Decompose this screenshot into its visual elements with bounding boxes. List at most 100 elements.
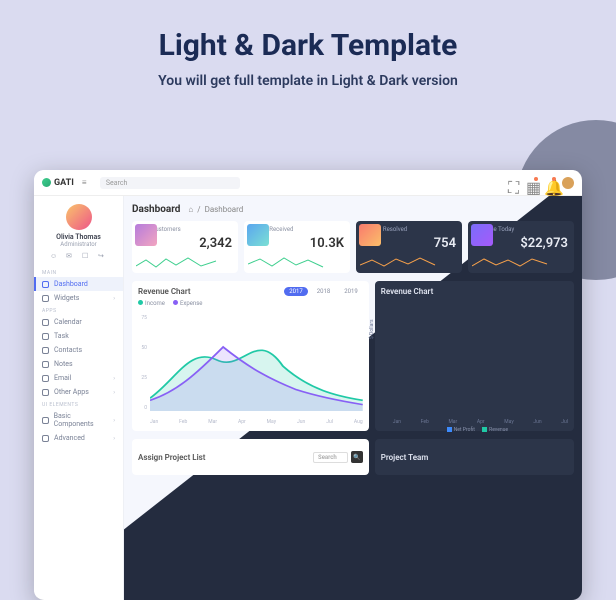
- xtick: Jul: [326, 419, 333, 425]
- sparkline: [360, 256, 462, 270]
- xtick: Feb: [179, 419, 187, 425]
- xtick: Mar: [448, 419, 457, 425]
- nav-advanced[interactable]: Advanced›: [34, 431, 123, 445]
- ytick: 0: [135, 405, 147, 411]
- nav-label: Contacts: [54, 346, 82, 354]
- dashboard-icon: [42, 281, 49, 288]
- nav-label: Basic Components: [54, 412, 109, 428]
- nav-email[interactable]: Email›: [34, 371, 123, 385]
- user-name: Olivia Thomas: [34, 233, 123, 241]
- ytick: 75: [135, 315, 147, 321]
- apps-icon: [42, 389, 49, 396]
- revenue-chart-dark: Revenue Chart $ Dollars Jan Feb: [375, 281, 574, 431]
- ytick: 25: [135, 375, 147, 381]
- xtick: Mar: [208, 419, 217, 425]
- panel-title: Assign Project List: [138, 453, 205, 462]
- calendar-icon: [42, 319, 49, 326]
- nav-label: Calendar: [54, 318, 82, 326]
- xtick: Jan: [150, 419, 158, 425]
- orders-illustration: [247, 224, 269, 246]
- user-role: Administrator: [34, 241, 123, 248]
- xtick: Jul: [561, 419, 568, 425]
- nav-label: Email: [54, 374, 71, 382]
- panel-title: Project Team: [381, 453, 429, 462]
- card-revenue-today[interactable]: Revenue Today $22,973: [468, 221, 574, 273]
- nav-task[interactable]: Task: [34, 329, 123, 343]
- xtick: Apr: [477, 419, 485, 425]
- task-icon: [42, 333, 49, 340]
- xtick: Feb: [421, 419, 429, 425]
- section-apps: APPS: [34, 305, 123, 315]
- nav-label: Dashboard: [54, 280, 88, 288]
- notes-icon: [42, 361, 49, 368]
- tickets-illustration: [359, 224, 381, 246]
- mail-icon[interactable]: ✉: [66, 252, 75, 261]
- card-tickets-resolved[interactable]: Tickets Resolved 754: [356, 221, 462, 273]
- section-main: MAIN: [34, 267, 123, 277]
- nav-label: Notes: [54, 360, 73, 368]
- y-axis-label: $ Dollars: [369, 319, 375, 339]
- sparkline: [248, 256, 350, 270]
- search-button[interactable]: 🔍: [351, 451, 363, 463]
- sidebar: Olivia Thomas Administrator ☺ ✉ ☐ ↪ MAIN…: [34, 196, 124, 600]
- xtick: Jun: [533, 419, 541, 425]
- advanced-icon: [42, 435, 49, 442]
- revenue-illustration: [471, 224, 493, 246]
- ytick: 50: [135, 345, 147, 351]
- sparkline: [136, 256, 238, 270]
- card-orders-received[interactable]: Orders Received 10.3K: [244, 221, 350, 273]
- project-search-input[interactable]: Search: [313, 452, 348, 463]
- nav-label: Task: [54, 332, 69, 340]
- bar-chart: [393, 315, 568, 411]
- nav-notes[interactable]: Notes: [34, 357, 123, 371]
- nav-label: Advanced: [54, 434, 85, 442]
- brand-logo[interactable]: GATI: [42, 178, 74, 188]
- fullscreen-icon[interactable]: ⛶: [508, 178, 518, 188]
- email-icon: [42, 375, 49, 382]
- sparkline: [472, 256, 574, 270]
- year-2017[interactable]: 2017: [284, 287, 308, 296]
- legend-revenue: Revenue: [489, 427, 508, 433]
- nav-other-apps[interactable]: Other Apps›: [34, 385, 123, 399]
- nav-contacts[interactable]: Contacts: [34, 343, 123, 357]
- xtick: Apr: [238, 419, 246, 425]
- contacts-icon: [42, 347, 49, 354]
- customers-illustration: [135, 224, 157, 246]
- assign-project-panel: Assign Project List Search 🔍: [132, 439, 369, 475]
- search-input[interactable]: Search: [100, 177, 240, 189]
- project-team-panel: Project Team: [375, 439, 574, 475]
- avatar[interactable]: [66, 204, 92, 230]
- card-new-customers[interactable]: New Customers 2,342: [132, 221, 238, 273]
- bell-icon[interactable]: 🔔: [544, 178, 554, 188]
- page-title: Dashboard: [132, 204, 180, 215]
- revenue-chart-light: Revenue Chart 2017 2018 2019 Income Expe…: [132, 281, 369, 431]
- nav-label: Other Apps: [54, 388, 89, 396]
- widgets-icon: [42, 295, 49, 302]
- home-icon[interactable]: ⌂: [188, 205, 193, 214]
- nav-calendar[interactable]: Calendar: [34, 315, 123, 329]
- xtick: May: [504, 419, 513, 425]
- section-ui: UI ELEMENTS: [34, 399, 123, 409]
- year-2018[interactable]: 2018: [312, 287, 336, 296]
- profile-icon[interactable]: ☺: [50, 252, 59, 261]
- legend-expense: Expense: [180, 300, 203, 307]
- nav-basic-components[interactable]: Basic Components›: [34, 409, 123, 431]
- hero-title: Light & Dark Template: [0, 28, 616, 63]
- chat-icon[interactable]: ☐: [82, 252, 91, 261]
- legend-net-profit: Net Profit: [454, 427, 475, 433]
- year-2019[interactable]: 2019: [339, 287, 363, 296]
- components-icon: [42, 417, 49, 424]
- crumb-current: Dashboard: [205, 205, 244, 214]
- xtick: May: [267, 419, 276, 425]
- logout-icon[interactable]: ↪: [98, 252, 107, 261]
- menu-icon[interactable]: ≡: [82, 178, 92, 188]
- breadcrumb: Dashboard ⌂ / Dashboard: [132, 204, 574, 215]
- grid-icon[interactable]: ▦: [526, 178, 536, 188]
- dashboard-preview: GATI ≡ Search ⛶ ▦ 🔔 Olivia Thomas Admini…: [34, 170, 582, 600]
- legend-income: Income: [145, 300, 165, 307]
- topbar: GATI ≡ Search: [34, 170, 582, 196]
- nav-dashboard[interactable]: Dashboard: [34, 277, 123, 291]
- nav-widgets[interactable]: Widgets›: [34, 291, 123, 305]
- line-chart: [150, 315, 363, 411]
- panel-title: Revenue Chart: [381, 287, 568, 296]
